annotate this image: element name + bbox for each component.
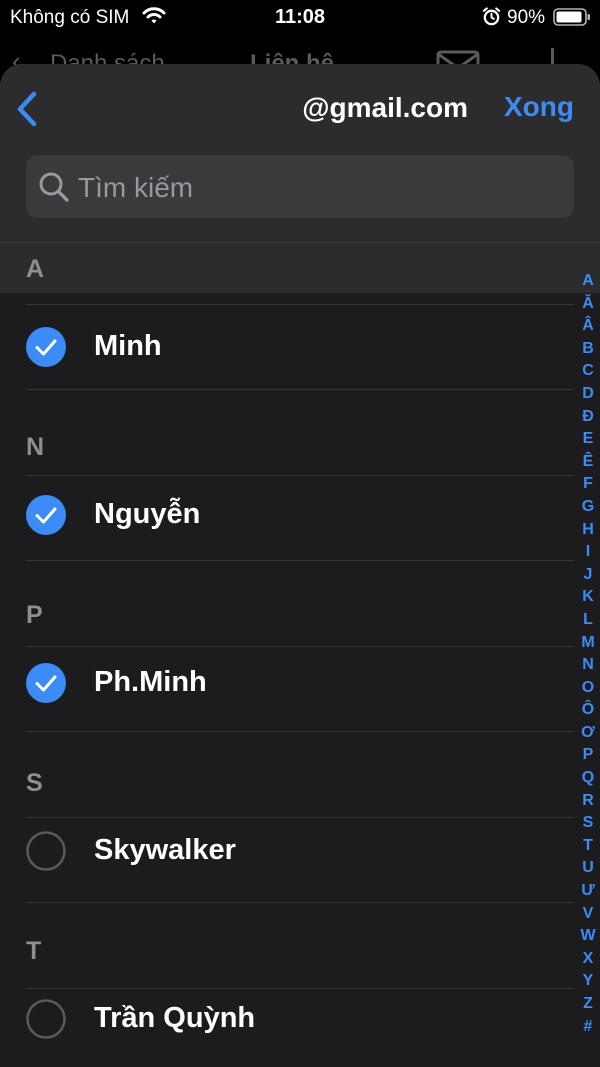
contact-name: Skywalker bbox=[94, 834, 236, 866]
index-letter[interactable]: J bbox=[576, 564, 600, 587]
index-letter[interactable]: W bbox=[576, 925, 600, 948]
search-icon bbox=[39, 172, 69, 202]
checkmark-circle-icon bbox=[26, 663, 66, 703]
index-letter[interactable]: Y bbox=[576, 970, 600, 993]
section-header: T bbox=[0, 893, 600, 977]
index-letter[interactable]: T bbox=[576, 835, 600, 858]
index-letter[interactable]: L bbox=[576, 609, 600, 632]
search-input[interactable]: Tìm kiếm bbox=[26, 155, 574, 218]
index-letter[interactable]: N bbox=[576, 654, 600, 677]
index-letter[interactable]: Z bbox=[576, 993, 600, 1016]
index-letter[interactable]: Ă bbox=[576, 293, 600, 316]
index-letter[interactable]: X bbox=[576, 948, 600, 971]
index-letter[interactable]: Ơ bbox=[576, 722, 600, 745]
index-letter[interactable]: S bbox=[576, 812, 600, 835]
index-letter[interactable]: U bbox=[576, 857, 600, 880]
battery-icon bbox=[553, 8, 590, 26]
section-header: P bbox=[0, 557, 600, 641]
index-letter[interactable]: R bbox=[576, 790, 600, 813]
contact-row[interactable]: Trần Quỳnh bbox=[0, 977, 600, 1061]
index-letter[interactable]: Â bbox=[576, 315, 600, 338]
index-letter[interactable]: B bbox=[576, 338, 600, 361]
index-letter[interactable]: Ê bbox=[576, 451, 600, 474]
section-header: S bbox=[0, 725, 600, 809]
chevron-left-icon[interactable] bbox=[10, 86, 46, 132]
section-letter: T bbox=[26, 937, 42, 965]
screen: Không có SIM 11:08 90% ‹ Danh sách Liên … bbox=[0, 0, 600, 1067]
index-letter[interactable]: K bbox=[576, 586, 600, 609]
alarm-icon bbox=[482, 7, 501, 26]
contact-name: Nguyễn bbox=[94, 498, 201, 530]
section-letter: N bbox=[26, 433, 45, 461]
section-letter: A bbox=[26, 255, 45, 283]
search-placeholder: Tìm kiếm bbox=[78, 172, 194, 203]
alphabet-index[interactable]: A Ă Â B C D Đ E Ê F G H I J K L M N O Ô Ơ P Q R S T U Ư V W X Y Z # bbox=[576, 270, 600, 1038]
index-letter[interactable]: F bbox=[576, 473, 600, 496]
index-letter[interactable]: Q bbox=[576, 767, 600, 790]
index-letter[interactable]: # bbox=[576, 1016, 600, 1039]
empty-circle-icon bbox=[26, 831, 66, 871]
contact-picker-sheet: @gmail.com Xong Tìm kiếm A Minh N Nguyễn… bbox=[0, 64, 600, 1067]
contact-row[interactable]: Ph.Minh bbox=[0, 641, 600, 725]
status-bar: Không có SIM 11:08 90% bbox=[0, 0, 600, 34]
section-letter: S bbox=[26, 769, 43, 797]
index-letter[interactable]: A bbox=[576, 270, 600, 293]
contact-name: Ph.Minh bbox=[94, 666, 207, 698]
contact-row[interactable]: Skywalker bbox=[0, 809, 600, 893]
contact-name: Minh bbox=[94, 330, 162, 362]
contact-name: Trần Quỳnh bbox=[94, 1002, 256, 1034]
index-letter[interactable]: E bbox=[576, 428, 600, 451]
index-letter[interactable]: Đ bbox=[576, 406, 600, 429]
section-header: A bbox=[0, 242, 600, 293]
sheet-header: @gmail.com Xong Tìm kiếm bbox=[0, 64, 600, 242]
index-letter[interactable]: Ô bbox=[576, 699, 600, 722]
contact-row[interactable]: Nguyễn bbox=[0, 473, 600, 557]
battery-percentage: 90% bbox=[507, 7, 546, 28]
contact-list: Minh N Nguyễn P Ph.Minh S Skywalker T Tr… bbox=[0, 293, 600, 1061]
section-header: N bbox=[0, 389, 600, 473]
index-letter[interactable]: P bbox=[576, 744, 600, 767]
index-letter[interactable]: D bbox=[576, 383, 600, 406]
index-letter[interactable]: C bbox=[576, 360, 600, 383]
index-letter[interactable]: Ư bbox=[576, 880, 600, 903]
contact-row[interactable]: Minh bbox=[0, 305, 600, 389]
index-letter[interactable]: V bbox=[576, 903, 600, 926]
index-letter[interactable]: G bbox=[576, 496, 600, 519]
section-letter: P bbox=[26, 601, 43, 629]
empty-circle-icon bbox=[26, 999, 66, 1039]
done-button[interactable]: Xong bbox=[504, 91, 574, 123]
checkmark-circle-icon bbox=[26, 495, 66, 535]
index-letter[interactable]: M bbox=[576, 632, 600, 655]
index-letter[interactable]: I bbox=[576, 541, 600, 564]
index-letter[interactable]: O bbox=[576, 677, 600, 700]
checkmark-circle-icon bbox=[26, 327, 66, 367]
sheet-title: @gmail.com bbox=[302, 92, 468, 123]
index-letter[interactable]: H bbox=[576, 519, 600, 542]
